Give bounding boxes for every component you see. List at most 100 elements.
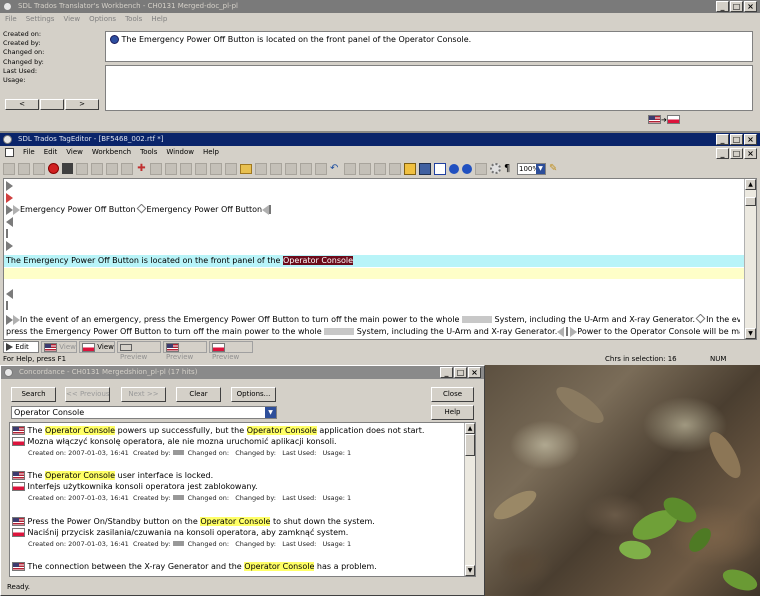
open-tag-icon[interactable]: [13, 314, 20, 325]
next-button[interactable]: Next >>: [121, 387, 166, 402]
menu-tools[interactable]: Tools: [140, 147, 157, 158]
toolbar-icon[interactable]: [33, 162, 45, 175]
open-tag-icon[interactable]: [6, 204, 13, 215]
clear-button[interactable]: Clear: [176, 387, 221, 402]
tab-view[interactable]: View: [41, 341, 77, 353]
undo-icon[interactable]: ↶: [330, 163, 341, 174]
scroll-thumb[interactable]: [465, 434, 475, 456]
pilcrow-icon[interactable]: ¶: [504, 163, 514, 175]
toolbar-icon[interactable]: [180, 162, 192, 175]
minimize-icon[interactable]: _: [716, 134, 729, 145]
target-pane[interactable]: [105, 65, 753, 111]
copy-icon[interactable]: [300, 162, 312, 175]
save-icon[interactable]: [255, 162, 267, 175]
source-pane[interactable]: The Emergency Power Off Button is locate…: [105, 31, 753, 62]
close-tag-icon[interactable]: [6, 217, 13, 227]
result-item[interactable]: The Operator Console powers up successfu…: [12, 425, 467, 459]
help-button[interactable]: Help: [431, 405, 474, 420]
crosshair-icon[interactable]: ✚: [136, 163, 147, 174]
maximize-icon[interactable]: □: [454, 367, 467, 378]
replace-icon[interactable]: [374, 162, 386, 175]
toolbar-icon[interactable]: [76, 162, 88, 175]
close-segment-icon[interactable]: [449, 163, 459, 174]
search-input[interactable]: Operator Console ▼: [11, 406, 277, 419]
settings-gear-icon[interactable]: [490, 163, 501, 174]
active-source-segment[interactable]: The Emergency Power Off Button is locate…: [4, 255, 744, 267]
paragraph-segment-2[interactable]: press the Emergency Power Off Button to …: [6, 326, 740, 338]
scroll-down-arrow[interactable]: ▼: [465, 565, 475, 576]
close-icon[interactable]: ×: [744, 134, 757, 145]
tab-preview-source[interactable]: Preview: [117, 341, 161, 361]
zoom-select[interactable]: 100% ▼: [517, 162, 546, 175]
result-item[interactable]: The connection between the X-ray Generat…: [12, 561, 467, 572]
toolbar-icon[interactable]: [165, 162, 177, 175]
redo-icon[interactable]: [344, 162, 356, 175]
open-tag-icon[interactable]: [6, 241, 13, 251]
paragraph-segment-1[interactable]: In the event of an emergency, press the …: [6, 314, 740, 326]
menu-tools[interactable]: Tools: [125, 14, 142, 25]
pen-icon[interactable]: ✎: [549, 163, 560, 174]
minimize-icon[interactable]: _: [716, 1, 729, 12]
tab-preview-pl[interactable]: Preview: [209, 341, 253, 361]
open-tag-icon[interactable]: [6, 193, 13, 203]
previous-button[interactable]: << Previous: [65, 387, 110, 402]
close-icon[interactable]: ×: [744, 1, 757, 12]
toolbar-icon[interactable]: [18, 162, 30, 175]
toolbar-icon[interactable]: [121, 162, 133, 175]
toolbar-icon[interactable]: [225, 162, 237, 175]
active-target-segment[interactable]: [4, 268, 744, 279]
toolbar-icon[interactable]: [210, 162, 222, 175]
tageditor-titlebar[interactable]: SDL Trados TagEditor - [BF5468_002.rtf *…: [0, 133, 760, 146]
menu-help[interactable]: Help: [203, 147, 219, 158]
tab-view-target[interactable]: View: [79, 341, 115, 353]
concordance-titlebar[interactable]: Concordance - CH0131 Mergedshion_pl-pl (…: [1, 366, 484, 379]
menu-edit[interactable]: Edit: [44, 147, 58, 158]
menu-settings[interactable]: Settings: [26, 14, 55, 25]
cut-icon[interactable]: [285, 162, 297, 175]
toolbar-icon[interactable]: [106, 162, 118, 175]
tag-mode-icon[interactable]: [404, 162, 416, 175]
menu-view[interactable]: View: [63, 14, 80, 25]
stop-icon[interactable]: [48, 163, 59, 174]
menu-file[interactable]: File: [5, 14, 17, 25]
menu-file[interactable]: File: [23, 147, 35, 158]
doc-close-icon[interactable]: ×: [744, 148, 757, 159]
menu-help[interactable]: Help: [151, 14, 167, 25]
open-tag-icon[interactable]: [6, 181, 13, 191]
open-segment-icon[interactable]: [434, 162, 446, 175]
open-tag-icon[interactable]: [6, 314, 13, 325]
toolbar-icon[interactable]: [150, 162, 162, 175]
result-item[interactable]: Press the Power On/Standby button on the…: [12, 516, 467, 550]
close-tag-icon[interactable]: [262, 204, 270, 215]
toolbar-icon[interactable]: [91, 162, 103, 175]
doc-minimize-icon[interactable]: _: [716, 148, 729, 159]
chevron-down-icon[interactable]: ▼: [265, 407, 276, 418]
scroll-up-arrow[interactable]: ▲: [465, 423, 475, 434]
scroll-thumb[interactable]: [745, 197, 756, 206]
prev-tu-button[interactable]: <: [5, 99, 39, 110]
menu-window[interactable]: Window: [166, 147, 194, 158]
translate-icon[interactable]: [62, 163, 73, 174]
editor-scrollbar[interactable]: ▲ ▼: [744, 179, 756, 339]
results-scrollbar[interactable]: ▲ ▼: [464, 423, 475, 576]
close-button[interactable]: Close: [431, 387, 474, 402]
paste-icon[interactable]: [315, 162, 327, 175]
menu-workbench[interactable]: Workbench: [92, 147, 131, 158]
next-tu-button[interactable]: >: [65, 99, 99, 110]
editor-pane[interactable]: Emergency Power Off Button Emergency Powe…: [3, 178, 757, 340]
print-icon[interactable]: [270, 162, 282, 175]
workbench-titlebar[interactable]: SDL Trados Translator's Workbench - CH01…: [0, 0, 760, 13]
find-icon[interactable]: [359, 162, 371, 175]
toolbar-icon[interactable]: [195, 162, 207, 175]
toolbar-icon[interactable]: [3, 162, 15, 175]
tag-view-icon[interactable]: [419, 162, 431, 175]
open-tag-icon[interactable]: [13, 204, 20, 215]
maximize-icon[interactable]: □: [730, 134, 743, 145]
next-segment-icon[interactable]: [462, 163, 472, 174]
scroll-up-arrow[interactable]: ▲: [745, 179, 756, 190]
toolbar-icon[interactable]: [389, 162, 401, 175]
tab-edit[interactable]: Edit: [3, 341, 39, 353]
close-tag-icon[interactable]: [6, 289, 13, 299]
tab-preview-us[interactable]: Preview: [163, 341, 207, 361]
result-item[interactable]: The Operator Console user interface is l…: [12, 470, 467, 504]
